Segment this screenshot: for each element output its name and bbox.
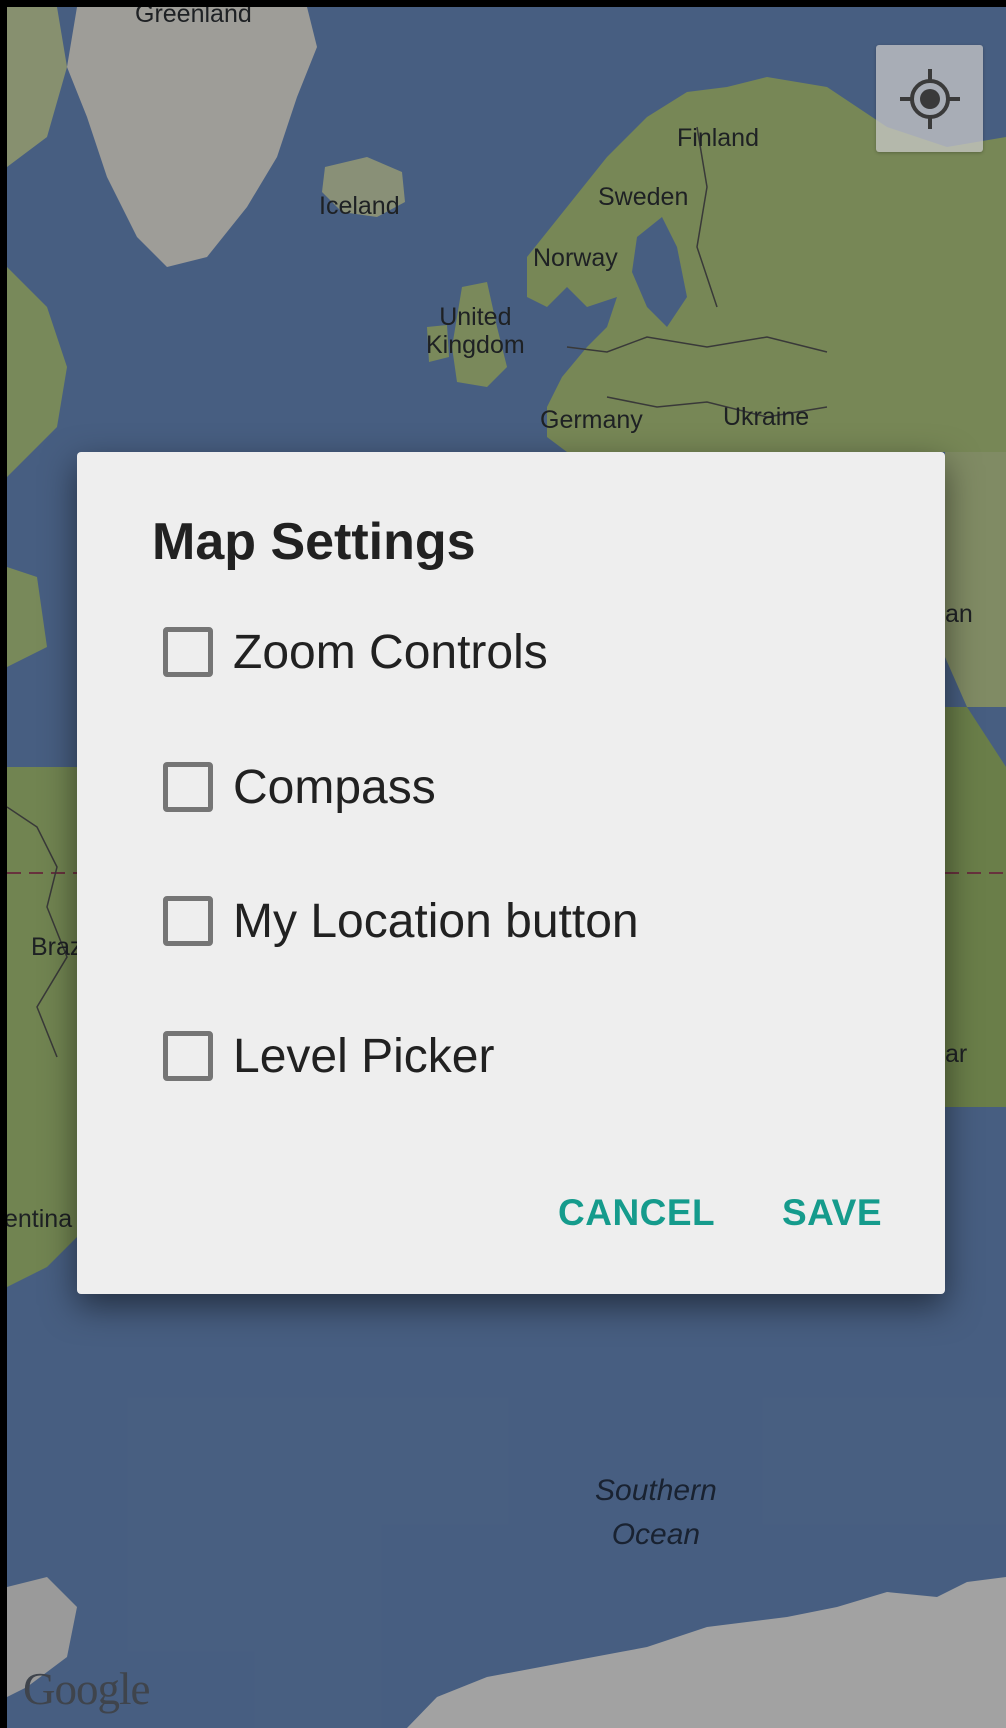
map-label-brazil-partial: Braz: [31, 933, 83, 961]
map-label-sweden: Sweden: [598, 183, 689, 211]
southern-ocean-line2: Ocean: [611, 1517, 701, 1551]
map-label-uk-line1: United: [439, 303, 512, 331]
dialog-title: Map Settings: [152, 513, 476, 571]
map-label-ukraine: Ukraine: [723, 403, 810, 431]
option-label: Zoom Controls: [233, 625, 548, 679]
map-label-uk-line2: Kingdom: [426, 330, 525, 359]
map-label-argentina-partial: entina: [7, 1205, 73, 1233]
option-label: Level Picker: [233, 1029, 495, 1083]
level-picker-checkbox[interactable]: [163, 1031, 213, 1081]
map-label-partial-an: an: [945, 600, 973, 628]
zoom-controls-checkbox[interactable]: [163, 627, 213, 677]
map-label-finland: Finland: [677, 124, 759, 152]
map-settings-dialog: Map Settings Zoom Controls Compass My Lo…: [77, 452, 945, 1294]
map-label-germany: Germany: [540, 406, 643, 434]
compass-checkbox[interactable]: [163, 762, 213, 812]
map-label-southern-ocean: Southern Ocean: [595, 1469, 717, 1556]
save-button[interactable]: SAVE: [782, 1192, 882, 1234]
map-label-greenland: Greenland: [135, 7, 252, 28]
map-label-partial-ar: ar: [945, 1040, 968, 1068]
option-label: My Location button: [233, 894, 639, 948]
option-level-picker[interactable]: Level Picker: [163, 1011, 883, 1101]
map-label-norway: Norway: [533, 244, 618, 272]
screen: Greenland Iceland Finland Sweden Norway …: [7, 7, 1006, 1728]
google-logo: Google: [23, 1664, 150, 1714]
cancel-button[interactable]: CANCEL: [558, 1192, 715, 1234]
map-label-iceland: Iceland: [319, 192, 400, 220]
option-zoom-controls[interactable]: Zoom Controls: [163, 607, 883, 697]
my-location-icon: [899, 68, 960, 129]
option-compass[interactable]: Compass: [163, 742, 883, 832]
my-location-button[interactable]: [876, 45, 983, 152]
my-location-button-checkbox[interactable]: [163, 896, 213, 946]
option-my-location-button[interactable]: My Location button: [163, 876, 883, 966]
map-label-united-kingdom: United Kingdom: [426, 303, 525, 359]
southern-ocean-line1: Southern: [595, 1474, 717, 1507]
option-label: Compass: [233, 760, 436, 814]
